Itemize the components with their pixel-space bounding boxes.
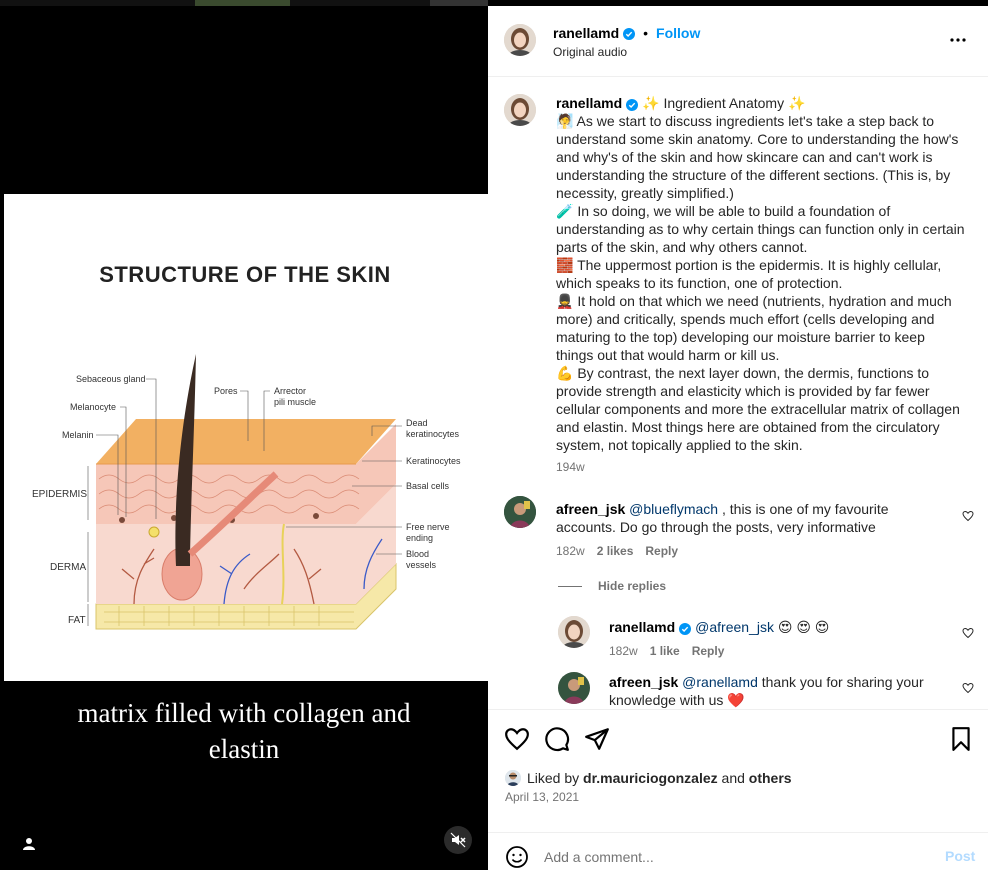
reply-2-username[interactable]: afreen_jsk [609, 674, 678, 690]
post-media[interactable]: STRUCTURE OF THE SKIN Sebaceous gland Me… [0, 0, 488, 870]
post-actions: Liked by dr.mauriciogonzalez and others … [488, 710, 988, 869]
emoji-icon[interactable] [505, 845, 529, 869]
replies-divider [558, 585, 582, 587]
post-panel: ranellamd • Follow Original audio ranell… [488, 6, 988, 870]
caption-paragraph-1: 🧖 As we start to discuss ingredients let… [556, 113, 959, 201]
reply-1-username[interactable]: ranellamd [609, 618, 675, 636]
comment-1-time[interactable]: 182w [556, 544, 585, 558]
caption-time[interactable]: 194w [556, 460, 585, 474]
reply-1-reply-button[interactable]: Reply [692, 644, 725, 658]
label-blood-vessels: vessels [406, 560, 437, 570]
label-keratinocytes: Keratinocytes [406, 456, 461, 466]
header-separator: • [643, 25, 649, 41]
more-options-icon[interactable] [948, 32, 968, 48]
label-dead-keratinocytes: keratinocytes [406, 429, 460, 439]
verified-badge-icon [623, 27, 636, 40]
label-sebaceous-gland: Sebaceous gland [76, 374, 146, 384]
reply-1-mention[interactable]: @afreen_jsk [695, 619, 774, 635]
caption-paragraph-3: 🧱 The uppermost portion is the epidermis… [556, 257, 942, 291]
comment-1-username[interactable]: afreen_jsk [556, 501, 625, 517]
mute-icon[interactable] [444, 826, 472, 854]
hide-replies-label[interactable]: Hide replies [598, 579, 666, 593]
reply-2-avatar[interactable] [558, 672, 590, 704]
reply-1-time[interactable]: 182w [609, 644, 638, 658]
label-epidermis: EPIDERMIS [32, 489, 87, 500]
liked-by-avatar[interactable] [505, 770, 521, 786]
author-username[interactable]: ranellamd [553, 25, 619, 41]
reply-2-mention[interactable]: @ranellamd [682, 674, 758, 690]
post-comment-button[interactable]: Post [945, 848, 975, 864]
label-fat: FAT [68, 615, 86, 626]
label-arrector: Arrector [274, 386, 306, 396]
post-date[interactable]: April 13, 2021 [505, 790, 579, 804]
add-comment-bar: Post [488, 832, 988, 870]
label-pores: Pores [214, 386, 238, 396]
caption-meta: 194w [556, 460, 585, 474]
verified-badge-icon [626, 97, 639, 111]
liked-by: Liked by dr.mauriciogonzalez and others [505, 770, 792, 786]
user-tag-icon[interactable] [20, 835, 38, 853]
post-header: ranellamd • Follow Original audio [488, 6, 988, 77]
hide-replies-button[interactable]: Hide replies [558, 579, 666, 593]
commenter-avatar[interactable] [504, 496, 536, 528]
caption-line-2: elastin [208, 734, 280, 764]
post-caption: ranellamd ✨ Ingredient Anatomy ✨ 🧖 As we… [556, 94, 966, 454]
comment-1: afreen_jsk @blueflymach , this is one of… [556, 500, 946, 536]
reply-1-text: 😍 😍 😍 [773, 619, 830, 635]
comment-1-meta: 182w 2 likes Reply [556, 544, 678, 558]
share-send-icon[interactable] [584, 726, 610, 752]
comment-bubble-icon[interactable] [544, 726, 570, 752]
caption-paragraph-5: 💪 By contrast, the next layer down, the … [556, 365, 960, 453]
follow-button[interactable]: Follow [656, 25, 700, 41]
label-blood: Blood [406, 549, 429, 559]
liked-by-others[interactable]: others [749, 770, 792, 786]
reply-1-likes[interactable]: 1 like [650, 644, 680, 658]
original-audio-link[interactable]: Original audio [553, 45, 627, 59]
caption-paragraph-2: 🧪 In so doing, we will be able to build … [556, 203, 965, 255]
label-basal-cells: Basal cells [406, 481, 450, 491]
comment-1-likes[interactable]: 2 likes [597, 544, 634, 558]
reply-1: ranellamd @afreen_jsk 😍 😍 😍 [609, 618, 949, 636]
reply-1-avatar[interactable] [558, 616, 590, 648]
reply-1-meta: 182w 1 like Reply [609, 644, 724, 658]
caption-title: ✨ Ingredient Anatomy ✨ [642, 95, 806, 111]
caption-username[interactable]: ranellamd [556, 94, 622, 112]
like-reply-icon[interactable] [962, 626, 974, 639]
caption-line-1: matrix filled with collagen and [77, 698, 411, 728]
comments-section[interactable]: ranellamd ✨ Ingredient Anatomy ✨ 🧖 As we… [488, 78, 988, 710]
comment-1-reply-button[interactable]: Reply [645, 544, 678, 558]
liked-by-and: and [717, 770, 749, 786]
like-comment-icon[interactable] [962, 509, 974, 522]
liked-by-prefix: Liked by [527, 770, 584, 786]
label-melanin: Melanin [62, 430, 94, 440]
liked-by-user[interactable]: dr.mauriciogonzalez [583, 770, 718, 786]
reply-2: afreen_jsk @ranellamd thank you for shar… [609, 673, 949, 709]
save-bookmark-icon[interactable] [948, 726, 974, 752]
label-nerve-ending: ending [406, 533, 433, 543]
label-dead: Dead [406, 418, 428, 428]
previous-post-strip [0, 0, 488, 6]
label-melanocyte: Melanocyte [70, 402, 116, 412]
comment-input[interactable] [544, 845, 924, 869]
skin-structure-diagram: STRUCTURE OF THE SKIN Sebaceous gland Me… [4, 194, 488, 681]
verified-badge-icon [679, 621, 692, 635]
comment-1-mention[interactable]: @blueflymach [629, 501, 718, 517]
label-derma: DERMA [50, 562, 86, 573]
like-heart-icon[interactable] [504, 726, 530, 752]
caption-author-avatar[interactable] [504, 94, 536, 126]
video-caption: matrix filled with collagen and elastin [0, 695, 488, 767]
label-free-nerve: Free nerve [406, 522, 450, 532]
diagram-title: STRUCTURE OF THE SKIN [99, 262, 391, 287]
author-avatar[interactable] [504, 24, 536, 56]
caption-paragraph-4: 💂 It hold on that which we need (nutrien… [556, 293, 952, 363]
label-pili-muscle: pili muscle [274, 397, 316, 407]
like-reply-icon[interactable] [962, 681, 974, 694]
